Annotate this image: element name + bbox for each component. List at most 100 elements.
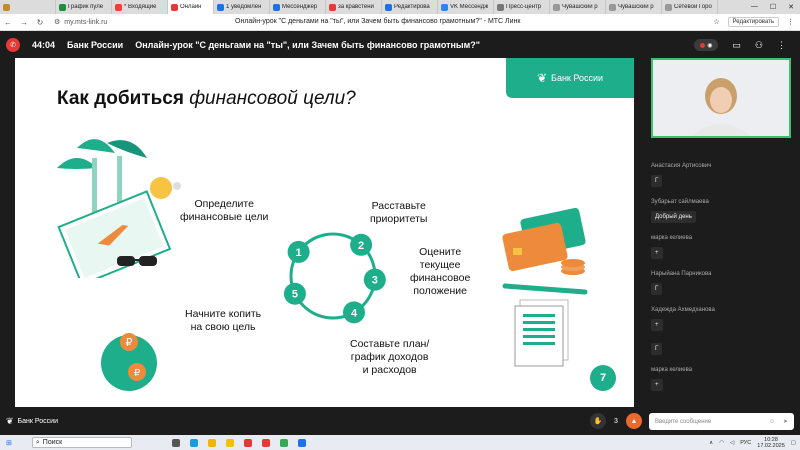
bottom-logo: ❦ Банк России (6, 416, 58, 427)
leave-call-button[interactable]: ✆ (6, 38, 20, 52)
volume-icon[interactable]: ◁ (730, 440, 734, 446)
windows-start-icon[interactable]: ⊞ (6, 439, 12, 447)
slide-title-italic: финансовой цели? (189, 88, 356, 109)
browser-tab[interactable]: * Входящие (112, 0, 168, 14)
bookmark-icon[interactable]: ☆ (713, 18, 719, 26)
explorer-icon[interactable] (207, 438, 216, 447)
notifications-icon[interactable]: ▢ (791, 440, 796, 446)
step-text-4: Составьте план/ график доходов и расходо… (350, 338, 430, 376)
yandex-icon[interactable] (243, 438, 252, 447)
chat-icon[interactable]: ▭ (732, 40, 741, 51)
webinar-bottom-bar: ❦ Банк России ✋ 3 ▲ Введите сообщение ☺ … (0, 408, 800, 435)
mail-icon[interactable] (297, 438, 306, 447)
edge-icon[interactable] (189, 438, 198, 447)
more-icon[interactable]: ⋮ (777, 40, 786, 51)
system-tray: ∧ ◠ ◁ РУС 10:28 17.02.2025 ▢ (709, 437, 800, 449)
edit-button[interactable]: Редактировать (727, 17, 779, 27)
eagle-logo-icon: ❦ (536, 71, 548, 85)
lesson-title: Онлайн-урок "С деньгами на "ты", или Зач… (135, 40, 481, 50)
step-text-5: Начните копить на свою цель (185, 308, 262, 333)
tab-favicon-icon (171, 3, 178, 11)
back-icon[interactable]: ← (0, 18, 16, 27)
tab-label: Мессенджер (282, 4, 318, 10)
browser-tab[interactable]: Онлайн (168, 0, 214, 14)
taskbar-apps (171, 438, 306, 447)
steps-cycle-diagram: 1 2 3 4 5 (283, 232, 386, 324)
tab-label: Редактирова (394, 4, 430, 10)
browser-tab[interactable]: за кравстени (326, 0, 382, 14)
yandex-browser-icon[interactable] (225, 438, 234, 447)
taskbar-clock[interactable]: 10:28 17.02.2025 (757, 437, 785, 449)
search-icon: ⌕ (35, 438, 40, 446)
menu-icon[interactable]: ⋮ (787, 18, 794, 26)
chat-author: марка келиева (651, 235, 693, 241)
step-number-3: 3 (372, 275, 378, 287)
browser-tab[interactable]: Сетевой Горо (662, 0, 718, 14)
record-dot-icon (700, 42, 706, 48)
presentation-slide: ❦ Банк России Как добиться финансовой це… (15, 58, 634, 407)
tab-favicon-icon (609, 3, 616, 11)
tab-label: Чувашский р (618, 4, 654, 10)
step-number-4: 4 (351, 307, 358, 319)
opera-icon[interactable] (261, 438, 270, 447)
minimize-icon[interactable]: — (751, 3, 758, 11)
fire-icon: ▲ (630, 417, 638, 425)
tab-favicon-icon (497, 3, 504, 11)
browser-tab[interactable]: Мессенджер (270, 0, 326, 14)
step-number-1: 1 (296, 247, 302, 259)
browser-tab[interactable]: Редактирова (382, 0, 438, 14)
site-info-icon[interactable]: ⚙ (54, 18, 60, 26)
emoji-icon[interactable]: ☺ (769, 419, 775, 425)
browser-tab[interactable]: Чувашский р (606, 0, 662, 14)
edit-label: Редактировать (732, 19, 774, 25)
chat-author: Хадежда Ахмедханова (651, 307, 715, 313)
chat-author: Анастасия Артисович (651, 163, 712, 169)
step-number-5: 5 (292, 289, 298, 301)
svg-text:₽: ₽ (134, 368, 141, 379)
close-icon[interactable]: ✕ (788, 3, 794, 11)
send-icon[interactable]: ➤ (783, 418, 788, 425)
recording-indicator[interactable]: ◉ (694, 39, 719, 51)
step-text-3: Оцените текущее финансовое положение (410, 246, 471, 297)
language-indicator[interactable]: РУС (740, 440, 751, 446)
maximize-icon[interactable]: ☐ (770, 3, 776, 11)
chat-message: Г (651, 343, 663, 355)
reactions-button[interactable]: ▲ (625, 413, 642, 429)
chat-message: + (651, 379, 663, 391)
taskbar-search[interactable]: ⌕ Поиск (31, 437, 132, 448)
raise-hand-button[interactable]: ✋ (590, 413, 606, 429)
step-text-2: Расставьте приоритеты (370, 200, 428, 225)
organizer-name: Банк России (67, 40, 124, 50)
url-text: my.mts-link.ru (64, 18, 108, 26)
browser-tab[interactable] (0, 0, 56, 14)
browser-tab-bar: График пуле * Входящие Онлайн 1 уведомлен Ме… (0, 0, 800, 14)
svg-text:₽: ₽ (126, 336, 133, 349)
forward-icon[interactable]: → (16, 18, 32, 27)
chrome-icon[interactable] (279, 438, 288, 447)
browser-tab[interactable]: VK Мессендж (438, 0, 494, 14)
tab-favicon-icon (385, 3, 392, 11)
tab-favicon-icon (273, 3, 280, 11)
speaker-avatar (653, 60, 789, 136)
browser-tab[interactable]: 1 уведомлен (214, 0, 270, 14)
tab-label: Пресс-центр (506, 4, 542, 10)
participants-icon[interactable]: ⚇ (755, 40, 763, 51)
browser-tab[interactable]: График пуле (56, 0, 112, 14)
chat-input[interactable]: Введите сообщение ☺ ➤ (649, 413, 794, 430)
browser-tab[interactable]: Чувашский р (550, 0, 606, 14)
eye-icon: ◉ (707, 42, 713, 49)
chevron-up-icon[interactable]: ∧ (709, 440, 713, 446)
tab-favicon-icon (665, 3, 672, 11)
tab-label: График пуле (68, 4, 104, 10)
chat-message: Добрый день (651, 211, 696, 223)
task-view-icon[interactable] (171, 438, 180, 447)
tab-label: Онлайн (180, 4, 202, 10)
browser-tab[interactable]: Пресс-центр (494, 0, 550, 14)
travel-illustration (57, 139, 181, 278)
speaker-video[interactable] (651, 58, 791, 138)
reload-icon[interactable]: ↻ (32, 18, 48, 27)
slide-title-bold: Как добиться (57, 88, 184, 109)
tab-favicon-icon (59, 3, 66, 11)
wifi-icon[interactable]: ◠ (719, 440, 724, 446)
url-field[interactable]: ⚙ my.mts-link.ru (54, 18, 108, 27)
